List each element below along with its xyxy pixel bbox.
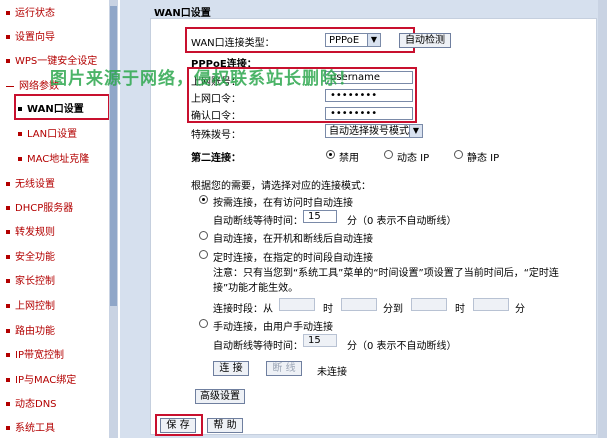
help-button[interactable]: 帮 助 — [207, 418, 243, 433]
wan-type-label: WAN口连接类型： — [191, 38, 275, 49]
mode-timed-label: 定时连接，在指定的时间段自动连接 — [213, 253, 373, 264]
bullet-icon — [6, 35, 10, 39]
period-end-hour-input[interactable] — [411, 298, 447, 311]
bullet-icon — [6, 353, 10, 357]
bullet-icon — [18, 157, 22, 161]
second-dynamic-ip-radio[interactable] — [384, 150, 393, 159]
save-button[interactable]: 保 存 — [160, 418, 196, 433]
sidebar-item-dhcp[interactable]: DHCP服务器 — [6, 199, 73, 214]
mode-auto-label: 自动连接，在开机和断线后自动连接 — [213, 234, 373, 245]
chevron-down-icon: ▼ — [367, 34, 380, 46]
mode-auto-radio[interactable] — [199, 231, 208, 240]
wan-type-select[interactable]: PPPoE ▼ — [325, 33, 381, 47]
period-end-minute-input[interactable] — [473, 298, 509, 311]
bullet-icon — [6, 426, 10, 430]
idle-time-label-2: 自动断线等待时间： — [213, 341, 303, 352]
mode-manual-label: 手动连接，由用户手动连接 — [213, 322, 333, 333]
idle-time-label-1: 自动断线等待时间： — [213, 216, 303, 227]
sidebar-item-wireless[interactable]: 无线设置 — [6, 175, 55, 190]
sidebar-item-routing[interactable]: 路由功能 — [6, 322, 55, 337]
bullet-icon — [6, 230, 10, 234]
mode-on-demand-label: 按需连接，在有访问时自动连接 — [213, 198, 353, 209]
bullet-icon — [6, 59, 10, 63]
second-static-ip-label: 静态 IP — [467, 153, 500, 164]
bullet-icon — [6, 402, 10, 406]
mode-timed-radio[interactable] — [199, 250, 208, 259]
advanced-settings-button[interactable]: 高级设置 — [195, 389, 245, 404]
sidebar-item-wan[interactable]: WAN口设置 — [18, 100, 84, 115]
idle-time-unit-1: 分（0 表示不自动断线） — [347, 216, 457, 227]
sidebar-item-mac-clone[interactable]: MAC地址克隆 — [18, 150, 89, 165]
period-minute-label: 分 — [515, 304, 525, 315]
bullet-icon — [6, 378, 10, 382]
mode-manual-radio[interactable] — [199, 319, 208, 328]
disconnect-button[interactable]: 断 线 — [266, 361, 302, 376]
idle-time-input-1[interactable]: 15 — [303, 210, 337, 223]
sidebar-item-access-control[interactable]: 上网控制 — [6, 297, 55, 312]
sidebar-item-parental[interactable]: 家长控制 — [6, 272, 55, 287]
period-minute-to-label: 分到 — [383, 304, 403, 315]
idle-time-input-2[interactable]: 15 — [303, 334, 337, 347]
bullet-icon — [6, 304, 10, 308]
sidebar-item-security[interactable]: 安全功能 — [6, 248, 55, 263]
sidebar-item-ddns[interactable]: 动态DNS — [6, 395, 57, 410]
mode-on-demand-radio[interactable] — [199, 195, 208, 204]
sidebar-item-bandwidth[interactable]: IP带宽控制 — [6, 346, 64, 361]
timed-note: 注意：只有当您到“系统工具”菜单的“时间设置”项设置了当前时间后，“定时连接”功… — [213, 268, 559, 294]
sidebar-item-wizard[interactable]: 设置向导 — [6, 28, 55, 43]
panel-title: WAN口设置 — [154, 8, 211, 19]
confirm-password-label: 确认口令： — [191, 111, 241, 122]
second-static-ip-radio[interactable] — [454, 150, 463, 159]
sidebar-item-system-tools[interactable]: 系统工具 — [6, 419, 55, 434]
auto-detect-button[interactable]: 自动检测 — [399, 33, 451, 48]
period-start-hour-input[interactable] — [279, 298, 315, 311]
period-hour2-label: 时 — [455, 304, 465, 315]
sidebar-item-forwarding[interactable]: 转发规则 — [6, 223, 55, 238]
watermark-text: 图片来源于网络，侵权联系站长删除！ — [50, 69, 356, 89]
scrollbar-thumb[interactable] — [110, 6, 117, 306]
sidebar-item-lan[interactable]: LAN口设置 — [18, 125, 77, 140]
sidebar-item-ip-mac[interactable]: IP与MAC绑定 — [6, 371, 76, 386]
password-label: 上网口令： — [191, 94, 241, 105]
bullet-icon — [6, 182, 10, 186]
password-input[interactable]: •••••••• — [325, 89, 413, 102]
special-dial-label: 特殊拨号： — [191, 130, 241, 141]
idle-time-unit-2: 分（0 表示不自动断线） — [347, 341, 457, 352]
dash-icon — [6, 85, 14, 87]
page-scrollbar[interactable] — [598, 0, 607, 438]
bullet-icon — [6, 279, 10, 283]
mode-prompt: 根据您的需要，请选择对应的连接模式： — [191, 181, 371, 192]
bullet-icon — [6, 255, 10, 259]
bullet-icon — [18, 132, 22, 136]
second-disabled-label: 禁用 — [339, 153, 359, 164]
bullet-icon — [6, 329, 10, 333]
period-start-minute-input[interactable] — [341, 298, 377, 311]
connect-button[interactable]: 连 接 — [213, 361, 249, 376]
special-dial-select[interactable]: 自动选择拨号模式 ▼ — [325, 124, 423, 138]
chevron-down-icon: ▼ — [409, 125, 422, 137]
period-hour-label: 时 — [323, 304, 333, 315]
bullet-icon — [18, 107, 22, 111]
period-from-label: 连接时段：从 — [213, 304, 273, 315]
bullet-icon — [6, 206, 10, 210]
bullet-icon — [6, 11, 10, 15]
sidebar-item-status[interactable]: 运行状态 — [6, 4, 55, 19]
confirm-password-input[interactable]: •••••••• — [325, 107, 413, 120]
second-connection-label: 第二连接： — [191, 153, 241, 164]
second-disabled-radio[interactable] — [326, 150, 335, 159]
second-dynamic-ip-label: 动态 IP — [397, 153, 430, 164]
connection-status: 未连接 — [317, 367, 347, 378]
